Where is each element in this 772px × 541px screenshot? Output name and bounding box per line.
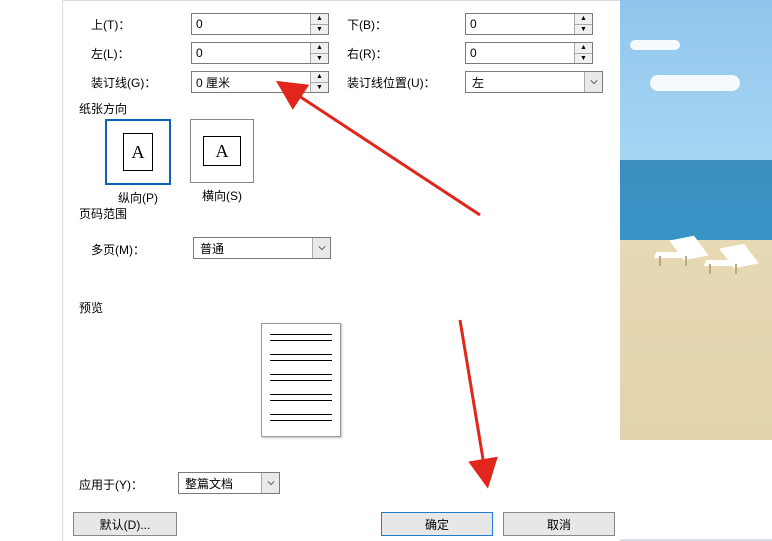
gutter-pos-label: 装订线位置(U)： — [347, 74, 436, 91]
landscape-page-icon: A — [203, 136, 241, 166]
spinner-down-icon[interactable]: ▼ — [311, 54, 328, 64]
orientation-landscape[interactable]: A 横向(S) — [189, 119, 255, 195]
chevron-down-icon — [584, 72, 602, 92]
margin-top-input[interactable]: ▲▼ — [191, 13, 329, 35]
multi-page-select[interactable]: 普通 — [193, 237, 331, 259]
page-range-section-label: 页码范围 — [79, 205, 127, 222]
margin-bottom-input[interactable]: ▲▼ — [465, 13, 593, 35]
margin-right-input[interactable]: ▲▼ — [465, 42, 593, 64]
spinner-down-icon[interactable]: ▼ — [311, 83, 328, 93]
gutter-input[interactable]: ▲▼ — [191, 71, 329, 93]
cancel-button[interactable]: 取消 — [503, 512, 615, 536]
spinner-down-icon[interactable]: ▼ — [575, 25, 592, 35]
orientation-portrait[interactable]: A 纵向(P) — [105, 119, 171, 195]
page-preview — [261, 323, 341, 437]
apply-to-select[interactable]: 整篇文档 — [178, 472, 280, 494]
margin-bottom-label: 下(B)： — [347, 16, 387, 33]
gutter-label: 装订线(G)： — [91, 74, 156, 91]
margin-left-label: 左(L)： — [91, 45, 130, 62]
portrait-page-icon: A — [123, 133, 153, 171]
orientation-portrait-label: 纵向(P) — [105, 189, 171, 206]
preview-section-label: 预览 — [79, 299, 103, 316]
orientation-landscape-label: 横向(S) — [189, 187, 255, 204]
apply-to-label: 应用于(Y)： — [79, 476, 143, 493]
spinner-up-icon[interactable]: ▲ — [575, 43, 592, 54]
spinner-up-icon[interactable]: ▲ — [311, 72, 328, 83]
spinner-up-icon[interactable]: ▲ — [575, 14, 592, 25]
margin-top-label: 上(T)： — [91, 16, 130, 33]
default-button[interactable]: 默认(D)... — [73, 512, 177, 536]
spinner-down-icon[interactable]: ▼ — [311, 25, 328, 35]
chevron-down-icon — [312, 238, 330, 258]
page-setup-dialog: 上(T)： ▲▼ 下(B)： ▲▼ 左(L)： ▲▼ 右(R)： ▲▼ — [0, 0, 620, 541]
beach-chair-icon — [705, 246, 760, 274]
margin-left-input[interactable]: ▲▼ — [191, 42, 329, 64]
ok-button[interactable]: 确定 — [381, 512, 493, 536]
gutter-pos-select[interactable]: 左 — [465, 71, 603, 93]
margin-right-label: 右(R)： — [347, 45, 388, 62]
chevron-down-icon — [261, 473, 279, 493]
orientation-section-label: 纸张方向 — [79, 100, 127, 117]
multi-page-label: 多页(M)： — [91, 241, 145, 258]
background-photo — [620, 0, 772, 440]
spinner-up-icon[interactable]: ▲ — [311, 14, 328, 25]
beach-chair-icon — [655, 238, 710, 266]
spinner-up-icon[interactable]: ▲ — [311, 43, 328, 54]
spinner-down-icon[interactable]: ▼ — [575, 54, 592, 64]
